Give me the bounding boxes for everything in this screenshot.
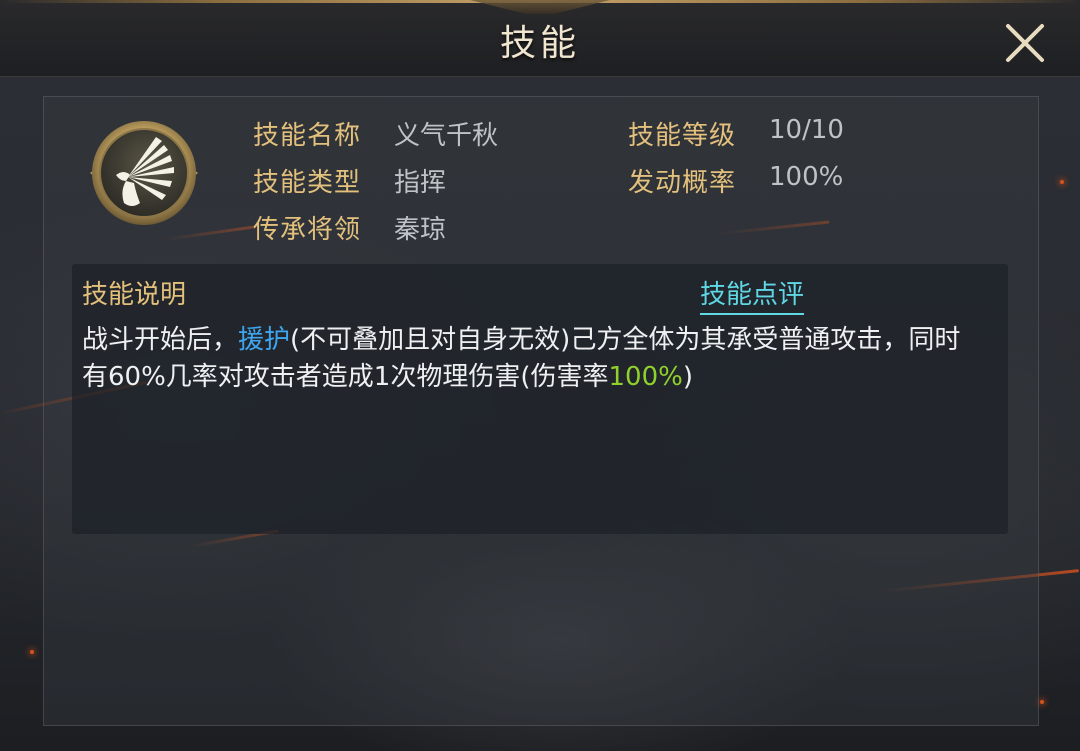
skill-level-label: 技能等级 bbox=[628, 121, 737, 151]
skill-description-text: 战斗开始后，援护(不可叠加且对自身无效)己方全体为其承受普通攻击，同时有60%几… bbox=[82, 322, 982, 396]
damage-rate-value: 100% bbox=[608, 362, 683, 392]
skill-type-value: 指挥 bbox=[394, 168, 447, 198]
title-ornament bbox=[470, 0, 610, 14]
close-icon bbox=[1006, 24, 1044, 62]
skill-name-value: 义气千秋 bbox=[394, 121, 499, 151]
skill-review-link[interactable]: 技能点评 bbox=[700, 274, 805, 315]
ember-spark bbox=[30, 650, 34, 654]
inherit-general-label: 传承将领 bbox=[253, 215, 362, 245]
skill-description-box bbox=[72, 264, 1008, 534]
trigger-rate-label: 发动概率 bbox=[628, 168, 737, 198]
inherit-general-value: 秦琼 bbox=[394, 215, 447, 245]
keyword-guard[interactable]: 援护 bbox=[238, 325, 290, 355]
ember-spark bbox=[1040, 700, 1044, 704]
close-button[interactable] bbox=[1000, 18, 1050, 68]
ember-spark bbox=[1060, 180, 1064, 184]
skill-level-value: 10/10 bbox=[769, 115, 844, 145]
trigger-rate-value: 100% bbox=[769, 162, 844, 192]
window-title: 技能 bbox=[499, 23, 580, 64]
skill-name-label: 技能名称 bbox=[253, 121, 362, 151]
description-text-part: 战斗开始后， bbox=[82, 325, 239, 355]
title-bar: 技能 bbox=[0, 0, 1080, 77]
fan-hand-icon bbox=[90, 121, 198, 225]
skill-description-heading: 技能说明 bbox=[82, 280, 187, 310]
skill-type-label: 技能类型 bbox=[253, 168, 362, 198]
skill-icon-frame bbox=[86, 117, 202, 229]
description-text-part: ) bbox=[682, 362, 693, 392]
